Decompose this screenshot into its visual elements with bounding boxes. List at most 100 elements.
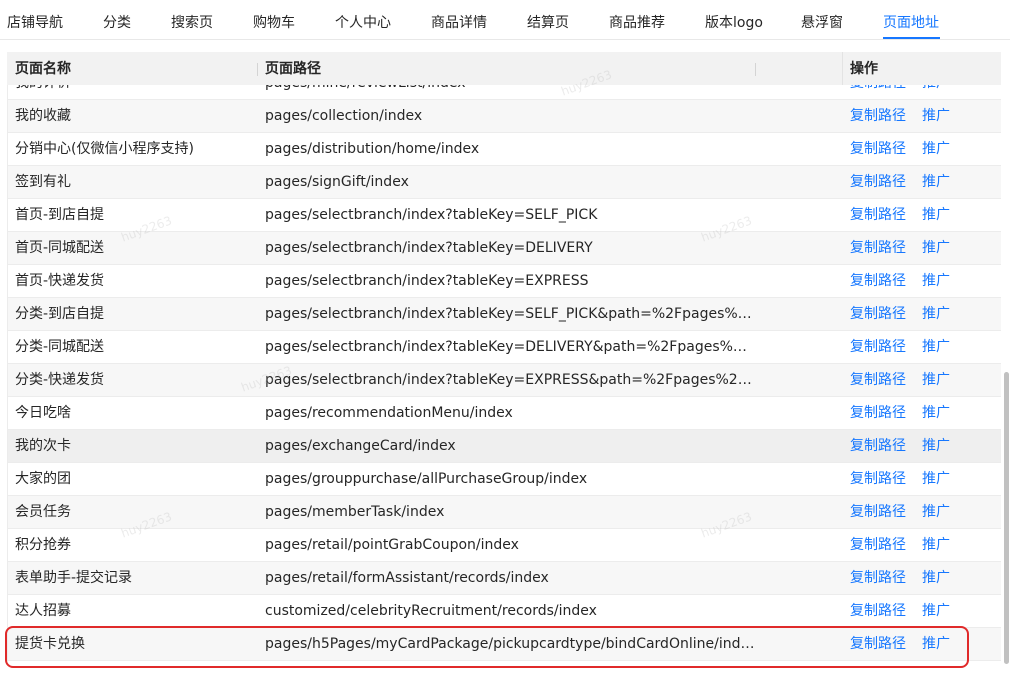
page-path-cell: pages/exchangeCard/index	[265, 438, 456, 454]
copy-path-link[interactable]: 复制路径	[850, 298, 906, 330]
copy-path-link[interactable]: 复制路径	[850, 430, 906, 462]
page-name-cell: 我的评价	[15, 85, 255, 99]
table-row: 表单助手-提交记录 pages/retail/formAssistant/rec…	[7, 562, 1001, 595]
page-path-cell: pages/retail/formAssistant/records/index	[265, 570, 549, 586]
page-path-cell: pages/selectbranch/index?tableKey=DELIVE…	[265, 240, 593, 256]
table-row: 大家的团 pages/grouppurchase/allPurchaseGrou…	[7, 463, 1001, 496]
copy-path-link[interactable]: 复制路径	[850, 562, 906, 594]
highlight-annotation-box	[5, 626, 969, 668]
page-name-cell: 今日吃啥	[15, 405, 71, 421]
page-name-cell: 表单助手-提交记录	[15, 570, 133, 586]
table-row: 签到有礼 pages/signGift/index 复制路径 推广	[7, 166, 1001, 199]
page-path-cell: pages/selectbranch/index?tableKey=EXPRES…	[265, 273, 589, 289]
page-name-cell: 我的收藏	[15, 108, 71, 124]
copy-path-link[interactable]: 复制路径	[850, 166, 906, 198]
promote-link[interactable]: 推广	[922, 166, 950, 198]
copy-path-link[interactable]: 复制路径	[850, 199, 906, 231]
tab-bar: 店铺导航 分类 搜索页 购物车 个人中心 商品详情 结算页 商品推荐 版本log…	[0, 0, 1010, 40]
page-path-cell: pages/grouppurchase/allPurchaseGroup/ind…	[265, 471, 588, 487]
tab-page-address[interactable]: 页面地址	[883, 0, 939, 39]
page-name-cell: 首页-快递发货	[15, 273, 105, 289]
promote-link[interactable]: 推广	[922, 496, 950, 528]
tab-version-logo[interactable]: 版本logo	[705, 0, 763, 39]
page-name-cell: 分类-到店自提	[15, 306, 105, 322]
page-path-cell: pages/selectbranch/index?tableKey=DELIVE…	[265, 339, 755, 355]
page-name-cell: 签到有礼	[15, 174, 71, 190]
promote-link[interactable]: 推广	[922, 100, 950, 132]
tab-checkout[interactable]: 结算页	[527, 0, 569, 39]
copy-path-link[interactable]: 复制路径	[850, 331, 906, 363]
promote-link[interactable]: 推广	[922, 562, 950, 594]
copy-path-link[interactable]: 复制路径	[850, 133, 906, 165]
page-name-cell: 我的次卡	[15, 438, 71, 454]
copy-path-link[interactable]: 复制路径	[850, 85, 906, 99]
ops-divider	[7, 496, 8, 529]
page-name-cell: 大家的团	[15, 471, 71, 487]
ops-divider	[7, 100, 8, 133]
active-tab-indicator	[883, 37, 940, 39]
ops-divider	[7, 430, 8, 463]
page-name-cell: 达人招募	[15, 603, 71, 619]
copy-path-link[interactable]: 复制路径	[850, 496, 906, 528]
page-path-cell: pages/mine/reviewList/index	[265, 85, 755, 99]
header-actions: 操作	[850, 61, 878, 77]
ops-divider	[7, 85, 8, 100]
copy-path-link[interactable]: 复制路径	[850, 595, 906, 627]
promote-link[interactable]: 推广	[922, 595, 950, 627]
promote-link[interactable]: 推广	[922, 364, 950, 396]
table-row: 分类-到店自提 pages/selectbranch/index?tableKe…	[7, 298, 1001, 331]
tab-product-recommend[interactable]: 商品推荐	[609, 0, 665, 39]
copy-path-link[interactable]: 复制路径	[850, 100, 906, 132]
page-path-cell: pages/collection/index	[265, 108, 423, 124]
tab-profile[interactable]: 个人中心	[335, 0, 391, 39]
tab-product-detail[interactable]: 商品详情	[431, 0, 487, 39]
promote-link[interactable]: 推广	[922, 397, 950, 429]
promote-link[interactable]: 推广	[922, 85, 950, 99]
table-row: 积分抢券 pages/retail/pointGrabCoupon/index …	[7, 529, 1001, 562]
table-row: 分类-快递发货 pages/selectbranch/index?tableKe…	[7, 364, 1001, 397]
ops-divider	[7, 529, 8, 562]
table-body: 我的评价 pages/mine/reviewList/index 复制路径 推广…	[7, 85, 1001, 676]
ops-divider	[7, 397, 8, 430]
promote-link[interactable]: 推广	[922, 199, 950, 231]
table-row: 我的次卡 pages/exchangeCard/index 复制路径 推广	[7, 430, 1001, 463]
copy-path-link[interactable]: 复制路径	[850, 232, 906, 264]
promote-link[interactable]: 推广	[922, 265, 950, 297]
table-row: 分类-同城配送 pages/selectbranch/index?tableKe…	[7, 331, 1001, 364]
tab-search-page[interactable]: 搜索页	[171, 0, 213, 39]
copy-path-link[interactable]: 复制路径	[850, 265, 906, 297]
header-separator	[257, 63, 258, 76]
page-path-cell: pages/retail/pointGrabCoupon/index	[265, 537, 519, 553]
ops-divider	[7, 199, 8, 232]
header-separator	[755, 63, 756, 76]
promote-link[interactable]: 推广	[922, 463, 950, 495]
promote-link[interactable]: 推广	[922, 298, 950, 330]
promote-link[interactable]: 推广	[922, 529, 950, 561]
ops-divider	[7, 364, 8, 397]
ops-divider	[7, 133, 8, 166]
page-name-cell: 分类-快递发货	[15, 372, 105, 388]
copy-path-link[interactable]: 复制路径	[850, 463, 906, 495]
promote-link[interactable]: 推广	[922, 430, 950, 462]
copy-path-link[interactable]: 复制路径	[850, 364, 906, 396]
copy-path-link[interactable]: 复制路径	[850, 397, 906, 429]
copy-path-link[interactable]: 复制路径	[850, 529, 906, 561]
page-name-cell: 分销中心(仅微信小程序支持)	[15, 141, 194, 157]
table-scrollbar-thumb[interactable]	[1004, 372, 1009, 664]
ops-divider	[7, 232, 8, 265]
tab-category[interactable]: 分类	[103, 0, 131, 39]
ops-divider	[7, 166, 8, 199]
promote-link[interactable]: 推广	[922, 331, 950, 363]
promote-link[interactable]: 推广	[922, 232, 950, 264]
tab-floating-window[interactable]: 悬浮窗	[801, 0, 843, 39]
promote-link[interactable]: 推广	[922, 133, 950, 165]
tab-shop-nav[interactable]: 店铺导航	[7, 0, 63, 39]
header-page-name: 页面名称	[15, 61, 71, 77]
table-row: 今日吃啥 pages/recommendationMenu/index 复制路径…	[7, 397, 1001, 430]
page-path-cell: pages/selectbranch/index?tableKey=SELF_P…	[265, 207, 598, 223]
tab-cart[interactable]: 购物车	[253, 0, 295, 39]
page-name-cell: 分类-同城配送	[15, 339, 105, 355]
page-path-cell: pages/recommendationMenu/index	[265, 405, 513, 421]
table-header: 页面名称 页面路径 操作	[7, 52, 1001, 85]
page-address-table: 页面名称 页面路径 操作 我的评价 pages/mine/reviewList/…	[7, 52, 1001, 676]
